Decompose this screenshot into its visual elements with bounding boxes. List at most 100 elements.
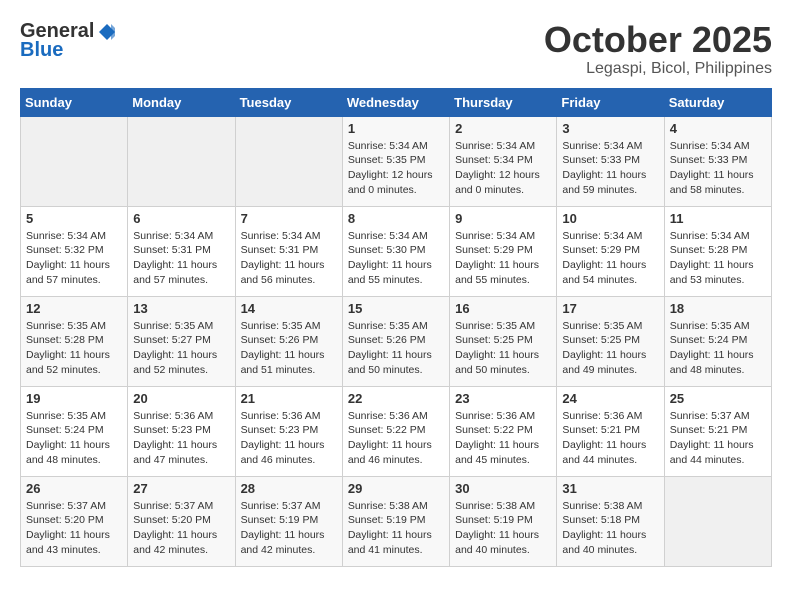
day-number: 19 bbox=[26, 391, 122, 406]
day-info: Sunrise: 5:35 AM Sunset: 5:26 PM Dayligh… bbox=[348, 319, 444, 378]
day-cell bbox=[664, 476, 771, 566]
day-cell: 13Sunrise: 5:35 AM Sunset: 5:27 PM Dayli… bbox=[128, 296, 235, 386]
page-header: General Blue October 2025 Legaspi, Bicol… bbox=[20, 20, 772, 78]
day-info: Sunrise: 5:34 AM Sunset: 5:29 PM Dayligh… bbox=[562, 229, 658, 288]
header-cell-monday: Monday bbox=[128, 88, 235, 116]
day-cell: 14 Sunrise: 5:35 AM Sunset: 5:26 PM Dayli… bbox=[235, 296, 342, 386]
day-number: 4 bbox=[670, 121, 766, 136]
day-info: Sunrise: 5:34 AM Sunset: 5:33 PM Dayligh… bbox=[562, 139, 658, 198]
day-cell: 22Sunrise: 5:36 AM Sunset: 5:22 PM Dayli… bbox=[342, 386, 449, 476]
day-info: Sunrise: 5:34 AM Sunset: 5:35 PM Dayligh… bbox=[348, 139, 444, 198]
day-cell: 17Sunrise: 5:35 AM Sunset: 5:25 PM Dayli… bbox=[557, 296, 664, 386]
day-cell bbox=[21, 116, 128, 206]
day-cell: 8 Sunrise: 5:34 AM Sunset: 5:30 PM Daylig… bbox=[342, 206, 449, 296]
day-info: Sunrise: 5:34 AM Sunset: 5:29 PM Dayligh… bbox=[455, 229, 551, 288]
day-number: 31 bbox=[562, 481, 658, 496]
header-cell-thursday: Thursday bbox=[450, 88, 557, 116]
day-info: Sunrise: 5:34 AM Sunset: 5:33 PM Dayligh… bbox=[670, 139, 766, 198]
day-cell: 1 Sunrise: 5:34 AM Sunset: 5:35 PM Daylig… bbox=[342, 116, 449, 206]
day-cell: 3Sunrise: 5:34 AM Sunset: 5:33 PM Daylig… bbox=[557, 116, 664, 206]
day-info: Sunrise: 5:34 AM Sunset: 5:34 PM Dayligh… bbox=[455, 139, 551, 198]
day-number: 12 bbox=[26, 301, 122, 316]
day-cell: 5 Sunrise: 5:34 AM Sunset: 5:32 PM Daylig… bbox=[21, 206, 128, 296]
day-number: 20 bbox=[133, 391, 229, 406]
day-number: 29 bbox=[348, 481, 444, 496]
day-info: Sunrise: 5:34 AM Sunset: 5:28 PM Dayligh… bbox=[670, 229, 766, 288]
header-row: SundayMondayTuesdayWednesdayThursdayFrid… bbox=[21, 88, 772, 116]
day-cell: 18Sunrise: 5:35 AM Sunset: 5:24 PM Dayli… bbox=[664, 296, 771, 386]
logo-blue-text: Blue bbox=[20, 39, 63, 62]
day-number: 13 bbox=[133, 301, 229, 316]
day-cell: 29 Sunrise: 5:38 AM Sunset: 5:19 PM Dayli… bbox=[342, 476, 449, 566]
day-cell: 25 Sunrise: 5:37 AM Sunset: 5:21 PM Dayli… bbox=[664, 386, 771, 476]
day-info: Sunrise: 5:34 AM Sunset: 5:31 PM Dayligh… bbox=[241, 229, 337, 288]
day-number: 14 bbox=[241, 301, 337, 316]
day-cell: 28 Sunrise: 5:37 AM Sunset: 5:19 PM Dayli… bbox=[235, 476, 342, 566]
day-info: Sunrise: 5:36 AM Sunset: 5:23 PM Dayligh… bbox=[133, 409, 229, 468]
day-number: 9 bbox=[455, 211, 551, 226]
header-cell-tuesday: Tuesday bbox=[235, 88, 342, 116]
day-info: Sunrise: 5:38 AM Sunset: 5:18 PM Dayligh… bbox=[562, 499, 658, 558]
calendar-body: 1 Sunrise: 5:34 AM Sunset: 5:35 PM Daylig… bbox=[21, 116, 772, 566]
week-row-4: 19 Sunrise: 5:35 AM Sunset: 5:24 PM Dayli… bbox=[21, 386, 772, 476]
day-number: 10 bbox=[562, 211, 658, 226]
day-cell: 16Sunrise: 5:35 AM Sunset: 5:25 PM Dayli… bbox=[450, 296, 557, 386]
day-number: 18 bbox=[670, 301, 766, 316]
day-number: 24 bbox=[562, 391, 658, 406]
week-row-3: 12Sunrise: 5:35 AM Sunset: 5:28 PM Dayli… bbox=[21, 296, 772, 386]
day-cell: 2 Sunrise: 5:34 AM Sunset: 5:34 PM Daylig… bbox=[450, 116, 557, 206]
day-info: Sunrise: 5:36 AM Sunset: 5:21 PM Dayligh… bbox=[562, 409, 658, 468]
location-title: Legaspi, Bicol, Philippines bbox=[544, 60, 772, 78]
day-number: 6 bbox=[133, 211, 229, 226]
day-cell: 24 Sunrise: 5:36 AM Sunset: 5:21 PM Dayli… bbox=[557, 386, 664, 476]
day-info: Sunrise: 5:34 AM Sunset: 5:31 PM Dayligh… bbox=[133, 229, 229, 288]
day-cell: 21Sunrise: 5:36 AM Sunset: 5:23 PM Dayli… bbox=[235, 386, 342, 476]
day-info: Sunrise: 5:37 AM Sunset: 5:20 PM Dayligh… bbox=[133, 499, 229, 558]
day-cell: 9 Sunrise: 5:34 AM Sunset: 5:29 PM Daylig… bbox=[450, 206, 557, 296]
day-info: Sunrise: 5:37 AM Sunset: 5:21 PM Dayligh… bbox=[670, 409, 766, 468]
header-cell-wednesday: Wednesday bbox=[342, 88, 449, 116]
calendar-header: SundayMondayTuesdayWednesdayThursdayFrid… bbox=[21, 88, 772, 116]
day-number: 30 bbox=[455, 481, 551, 496]
day-info: Sunrise: 5:37 AM Sunset: 5:19 PM Dayligh… bbox=[241, 499, 337, 558]
day-cell: 30Sunrise: 5:38 AM Sunset: 5:19 PM Dayli… bbox=[450, 476, 557, 566]
day-number: 7 bbox=[241, 211, 337, 226]
day-info: Sunrise: 5:37 AM Sunset: 5:20 PM Dayligh… bbox=[26, 499, 122, 558]
day-cell: 20 Sunrise: 5:36 AM Sunset: 5:23 PM Dayli… bbox=[128, 386, 235, 476]
day-info: Sunrise: 5:34 AM Sunset: 5:30 PM Dayligh… bbox=[348, 229, 444, 288]
day-info: Sunrise: 5:36 AM Sunset: 5:22 PM Dayligh… bbox=[455, 409, 551, 468]
day-cell: 15 Sunrise: 5:35 AM Sunset: 5:26 PM Dayli… bbox=[342, 296, 449, 386]
day-info: Sunrise: 5:35 AM Sunset: 5:24 PM Dayligh… bbox=[26, 409, 122, 468]
day-number: 8 bbox=[348, 211, 444, 226]
day-number: 2 bbox=[455, 121, 551, 136]
month-title: October 2025 bbox=[544, 20, 772, 60]
day-number: 15 bbox=[348, 301, 444, 316]
day-info: Sunrise: 5:35 AM Sunset: 5:26 PM Dayligh… bbox=[241, 319, 337, 378]
title-block: October 2025 Legaspi, Bicol, Philippines bbox=[544, 20, 772, 78]
calendar-table: SundayMondayTuesdayWednesdayThursdayFrid… bbox=[20, 88, 772, 567]
day-cell: 4 Sunrise: 5:34 AM Sunset: 5:33 PM Daylig… bbox=[664, 116, 771, 206]
day-number: 17 bbox=[562, 301, 658, 316]
day-number: 5 bbox=[26, 211, 122, 226]
day-number: 1 bbox=[348, 121, 444, 136]
day-number: 28 bbox=[241, 481, 337, 496]
day-cell: 31 Sunrise: 5:38 AM Sunset: 5:18 PM Dayli… bbox=[557, 476, 664, 566]
day-cell: 19 Sunrise: 5:35 AM Sunset: 5:24 PM Dayli… bbox=[21, 386, 128, 476]
header-cell-friday: Friday bbox=[557, 88, 664, 116]
day-info: Sunrise: 5:38 AM Sunset: 5:19 PM Dayligh… bbox=[348, 499, 444, 558]
day-cell: 12Sunrise: 5:35 AM Sunset: 5:28 PM Dayli… bbox=[21, 296, 128, 386]
header-cell-sunday: Sunday bbox=[21, 88, 128, 116]
week-row-5: 26Sunrise: 5:37 AM Sunset: 5:20 PM Dayli… bbox=[21, 476, 772, 566]
day-cell bbox=[235, 116, 342, 206]
day-info: Sunrise: 5:36 AM Sunset: 5:23 PM Dayligh… bbox=[241, 409, 337, 468]
day-cell: 26Sunrise: 5:37 AM Sunset: 5:20 PM Dayli… bbox=[21, 476, 128, 566]
day-cell bbox=[128, 116, 235, 206]
logo-icon bbox=[97, 22, 117, 42]
header-cell-saturday: Saturday bbox=[664, 88, 771, 116]
day-info: Sunrise: 5:36 AM Sunset: 5:22 PM Dayligh… bbox=[348, 409, 444, 468]
week-row-2: 5 Sunrise: 5:34 AM Sunset: 5:32 PM Daylig… bbox=[21, 206, 772, 296]
day-number: 25 bbox=[670, 391, 766, 406]
day-cell: 11Sunrise: 5:34 AM Sunset: 5:28 PM Dayli… bbox=[664, 206, 771, 296]
logo: General Blue bbox=[20, 20, 118, 62]
day-info: Sunrise: 5:34 AM Sunset: 5:32 PM Dayligh… bbox=[26, 229, 122, 288]
